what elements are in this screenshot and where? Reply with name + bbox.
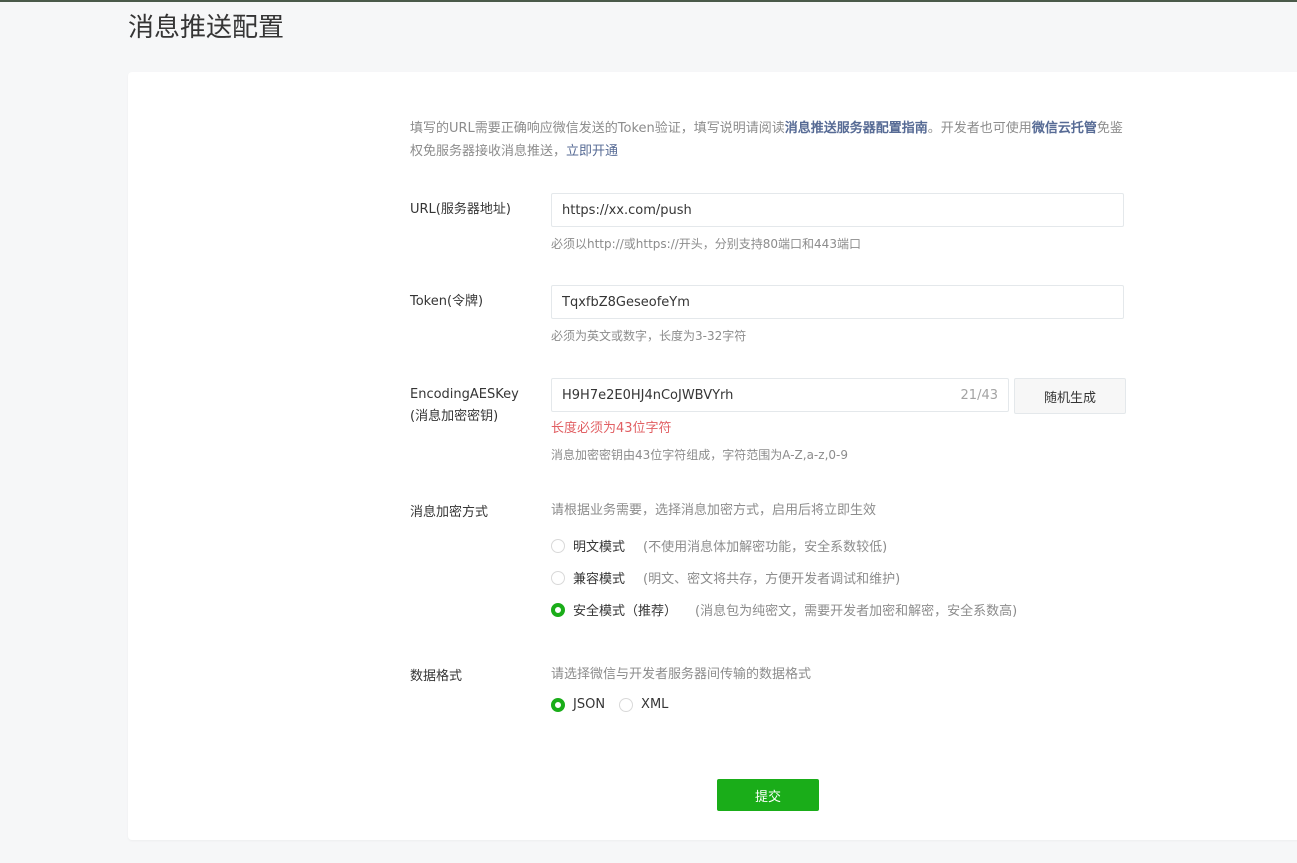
aes-char-counter: 21/43 xyxy=(960,387,998,403)
radio-json[interactable]: JSON xyxy=(551,697,605,712)
url-help: 必须以http://或https://开头，分别支持80端口和443端口 xyxy=(551,237,861,251)
url-input-box xyxy=(551,193,1124,227)
aes-help: 消息加密密钥由43位字符组成，字符范围为A-Z,a-z,0-9 xyxy=(551,448,848,462)
radio-compatible-mode[interactable]: 兼容模式 (明文、密文将共存，方便开发者调试和维护) xyxy=(551,568,900,587)
url-input[interactable] xyxy=(562,202,1113,218)
radio-json-circle[interactable] xyxy=(551,697,565,712)
notice-text: 填写的URL需要正确响应微信发送的Token验证，填写说明请阅读消息推送服务器配… xyxy=(410,117,1130,163)
radio-json-label: JSON xyxy=(573,697,606,712)
aes-input-box: 21/43 xyxy=(551,378,1009,412)
radio-compatible-label: 兼容模式 xyxy=(573,572,626,587)
config-guide-link[interactable]: 消息推送服务器配置指南 xyxy=(785,121,928,136)
cloud-hosting-link[interactable]: 微信云托管 xyxy=(1032,121,1097,136)
encryption-help: 请根据业务需要，选择消息加密方式，启用后将立即生效 xyxy=(551,503,877,518)
radio-plaintext-circle[interactable] xyxy=(551,538,565,553)
token-label: Token(令牌) xyxy=(410,294,484,309)
token-input-box xyxy=(551,285,1124,319)
radio-secure-mode[interactable]: 安全模式（推荐） (消息包为纯密文，需要开发者加密和解密，安全系数高) xyxy=(551,600,1017,619)
activate-now-link[interactable]: 立即开通 xyxy=(566,144,618,159)
aes-error: 长度必须为43位字符 xyxy=(551,421,672,436)
token-input[interactable] xyxy=(562,294,1113,310)
data-format-help: 请选择微信与开发者服务器间传输的数据格式 xyxy=(551,667,812,682)
data-format-label: 数据格式 xyxy=(410,669,463,684)
aes-label: EncodingAESKey (消息加密密钥) xyxy=(410,384,519,428)
notice-part1: 填写的URL需要正确响应微信发送的Token验证，填写说明请阅读 xyxy=(410,121,785,136)
aes-label-line1: EncodingAESKey xyxy=(410,387,519,402)
encryption-label: 消息加密方式 xyxy=(410,505,489,520)
radio-xml-circle[interactable] xyxy=(619,697,634,712)
radio-secure-label: 安全模式（推荐） xyxy=(573,604,678,619)
token-help: 必须为英文或数字，长度为3-32字符 xyxy=(551,329,747,343)
radio-xml-label: XML xyxy=(641,697,669,712)
aes-label-line2: (消息加密密钥) xyxy=(410,409,499,424)
radio-secure-circle[interactable] xyxy=(551,602,565,617)
radio-compatible-desc: (明文、密文将共存，方便开发者调试和维护) xyxy=(643,572,901,587)
radio-compatible-circle[interactable] xyxy=(551,570,565,585)
radio-plaintext-label: 明文模式 xyxy=(573,540,626,555)
radio-plaintext-mode[interactable]: 明文模式 (不使用消息体加解密功能，安全系数较低) xyxy=(551,536,887,555)
top-border xyxy=(0,0,1297,2)
url-label: URL(服务器地址) xyxy=(410,202,511,217)
submit-button[interactable]: 提交 xyxy=(717,779,819,811)
page-title: 消息推送配置 xyxy=(128,13,285,43)
radio-secure-desc: (消息包为纯密文，需要开发者加密和解密，安全系数高) xyxy=(695,604,1018,619)
notice-part2: 。开发者也可使用 xyxy=(927,121,1032,136)
data-format-options: JSON XML xyxy=(551,697,682,712)
radio-plaintext-desc: (不使用消息体加解密功能，安全系数较低) xyxy=(643,540,888,555)
random-generate-button[interactable]: 随机生成 xyxy=(1014,378,1126,414)
radio-xml[interactable]: XML xyxy=(619,697,668,712)
aes-input[interactable] xyxy=(562,387,953,403)
